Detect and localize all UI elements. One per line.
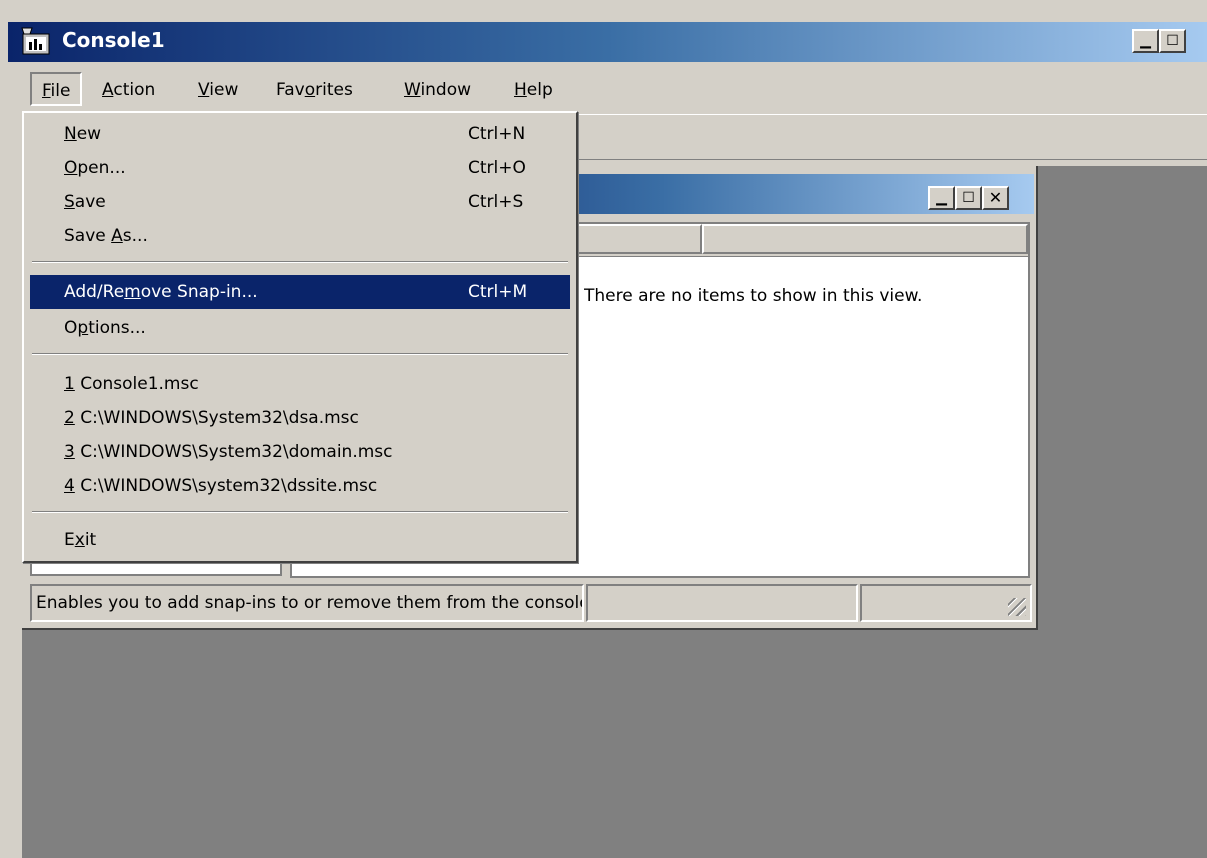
recent-path: C:\WINDOWS\system32\dssite.msc [74, 476, 378, 496]
recent-path: Console1.msc [74, 374, 199, 394]
minimize-icon: ▁ [936, 190, 947, 206]
menu-favorites[interactable]: Favorites [270, 76, 359, 104]
shortcut-add-remove: Ctrl+M [468, 282, 528, 302]
column-header-2[interactable] [702, 224, 1028, 254]
recent-number: 1 [64, 374, 75, 394]
maximize-icon: ☐ [962, 190, 975, 206]
title-bar[interactable] [8, 22, 1207, 62]
menu-item-exit[interactable]: Exit [30, 523, 570, 557]
menu-item-add-remove-snap-in[interactable]: Add/Remove Snap-in... Ctrl+M [30, 275, 570, 309]
menu-bar: File Action View Favorites Window Help [22, 66, 1207, 112]
menu-separator [32, 261, 568, 263]
menu-file[interactable]: File [30, 72, 83, 106]
menu-item-recent-3[interactable]: 3 C:\WINDOWS\System32\domain.msc [30, 435, 570, 469]
menu-item-recent-2[interactable]: 2 C:\WINDOWS\System32\dsa.msc [30, 401, 570, 435]
close-icon: ✕ [988, 188, 1003, 207]
child-close-button[interactable]: ✕ [982, 186, 1009, 210]
recent-number: 4 [64, 476, 75, 496]
menu-help[interactable]: Help [508, 76, 559, 104]
status-panel-3 [860, 584, 1032, 622]
child-maximize-button[interactable]: ☐ [955, 186, 982, 210]
menu-separator [32, 511, 568, 513]
child-minimize-button[interactable]: ▁ [928, 186, 955, 210]
menu-item-recent-1[interactable]: 1 Console1.msc [30, 367, 570, 401]
recent-number: 2 [64, 408, 75, 428]
maximize-icon: ☐ [1166, 33, 1179, 49]
menu-window[interactable]: Window [398, 76, 477, 104]
menu-item-save-as[interactable]: Save As... [30, 219, 570, 253]
menu-view[interactable]: View [192, 76, 244, 104]
recent-path: C:\WINDOWS\System32\dsa.msc [74, 408, 359, 428]
shortcut-open: Ctrl+O [468, 158, 526, 178]
console-app-icon[interactable] [20, 26, 54, 56]
menu-item-recent-4[interactable]: 4 C:\WINDOWS\system32\dssite.msc [30, 469, 570, 503]
menu-item-new[interactable]: New Ctrl+N [30, 117, 570, 151]
status-text: Enables you to add snap-ins to or remove… [30, 584, 584, 622]
empty-view-message-text: There are no items to show in this view. [584, 286, 923, 306]
resize-grip-icon[interactable] [1008, 598, 1026, 616]
shortcut-save: Ctrl+S [468, 192, 524, 212]
menu-item-options[interactable]: Options... [30, 311, 570, 345]
status-panel-2 [586, 584, 858, 622]
window-title: Console1 [62, 28, 165, 52]
minimize-button[interactable]: ▁ [1132, 29, 1159, 53]
menu-action[interactable]: Action [96, 76, 161, 104]
menu-separator [32, 353, 568, 355]
menu-item-open[interactable]: Open... Ctrl+O [30, 151, 570, 185]
menu-item-save[interactable]: Save Ctrl+S [30, 185, 570, 219]
empty-view-message: There are no items to show in this view. [584, 286, 1030, 306]
file-menu-dropdown: New Ctrl+N Open... Ctrl+O Save Ctrl+S Sa… [22, 111, 578, 563]
maximize-button[interactable]: ☐ [1159, 29, 1186, 53]
shortcut-new: Ctrl+N [468, 124, 526, 144]
minimize-icon: ▁ [1140, 33, 1151, 49]
status-bar: Enables you to add snap-ins to or remove… [30, 584, 1032, 622]
recent-path: C:\WINDOWS\System32\domain.msc [74, 442, 393, 462]
recent-number: 3 [64, 442, 75, 462]
